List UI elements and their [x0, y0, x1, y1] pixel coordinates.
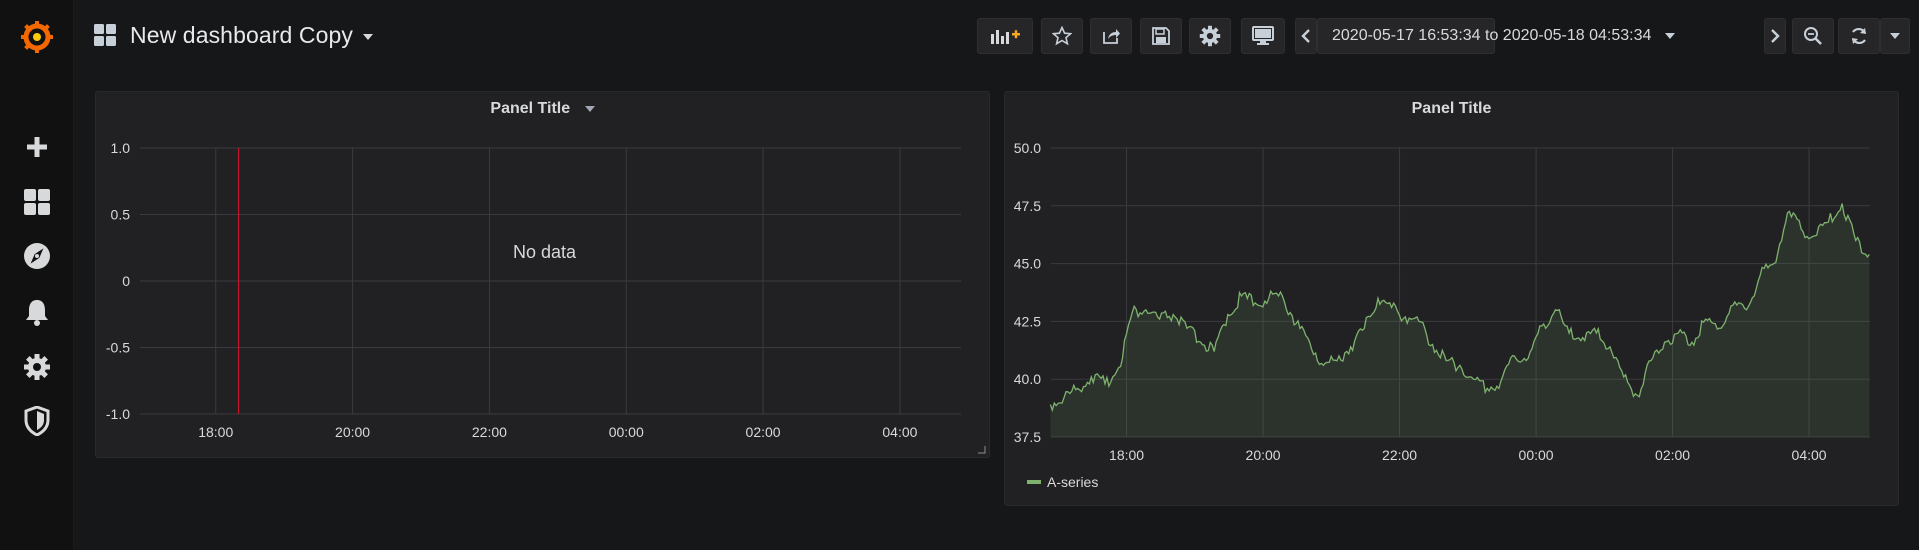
legend-swatch [1027, 480, 1041, 484]
dashboards-icon [94, 24, 116, 46]
y-tick-label: -0.5 [106, 340, 130, 356]
graph-panel-a-series: Panel Title 50.0 47.5 45.0 42.5 40.0 37.5 18:0… [1004, 91, 1899, 506]
explore-compass-icon[interactable] [0, 234, 74, 278]
save-icon [1152, 27, 1170, 45]
time-back-button[interactable] [1295, 18, 1317, 54]
series-area-fill [1050, 203, 1870, 437]
chevron-down-icon [362, 34, 373, 40]
graph-empty: 1.0 0.5 0 -0.5 -1.0 18:00 20:00 22:00 00:00 02:00… [106, 140, 961, 440]
chevron-right-icon [1771, 29, 1780, 43]
y-tick-label: 50.0 [1014, 140, 1041, 156]
y-tick-label: 47.5 [1014, 198, 1041, 214]
dashboard-settings-button[interactable] [1189, 18, 1231, 54]
graph-a-series: 50.0 47.5 45.0 42.5 40.0 37.5 18:00 20:00 22:00 0… [1014, 140, 1870, 463]
tv-mode-button[interactable] [1241, 18, 1285, 54]
x-tick-label: 00:00 [1519, 447, 1554, 463]
add-panel-button[interactable] [977, 18, 1033, 54]
x-tick-label: 02:00 [746, 424, 781, 440]
dashboard-title-picker[interactable]: New dashboard Copy [94, 20, 373, 50]
star-button[interactable] [1041, 18, 1083, 54]
time-forward-button[interactable] [1764, 18, 1786, 54]
grafana-logo-icon[interactable] [0, 12, 74, 62]
x-tick-label: 22:00 [1382, 447, 1417, 463]
chevron-left-icon [1301, 29, 1310, 43]
y-tick-label: 42.5 [1014, 313, 1041, 329]
share-button[interactable] [1090, 18, 1132, 54]
chevron-down-icon [1665, 33, 1676, 39]
star-icon [1052, 26, 1072, 46]
y-tick-label: 40.0 [1014, 371, 1041, 387]
dashboards-icon[interactable] [0, 180, 74, 224]
time-range-label: 2020-05-17 16:53:34 to 2020-05-18 04:53:… [1332, 27, 1652, 44]
bell-icon[interactable] [0, 290, 74, 334]
y-tick-label: 0 [122, 273, 130, 289]
x-tick-label: 04:00 [1792, 447, 1827, 463]
tv-mode-icon [1252, 26, 1274, 45]
x-tick-label: 20:00 [335, 424, 370, 440]
refresh-button[interactable] [1838, 18, 1880, 54]
side-menu [0, 0, 74, 550]
resize-handle-icon[interactable] [978, 446, 986, 454]
shield-icon[interactable] [0, 399, 74, 443]
x-tick-label: 18:00 [198, 424, 233, 440]
y-tick-label: 0.5 [111, 207, 131, 223]
x-tick-label: 20:00 [1246, 447, 1281, 463]
x-tick-label: 02:00 [1655, 447, 1690, 463]
navbar: New dashboard Copy 2020-05-17 16:53:34 t… [74, 0, 1919, 71]
y-tick-label: 1.0 [111, 140, 131, 156]
refresh-interval-picker[interactable] [1880, 18, 1910, 54]
zoom-out-icon [1804, 27, 1822, 45]
chevron-down-icon [1890, 33, 1900, 39]
refresh-icon [1852, 27, 1866, 45]
share-icon [1103, 29, 1120, 44]
graph-panel-empty: Panel Title 1.0 0.5 0 -0.5 -1.0 18:00 20:00 22:… [95, 91, 990, 458]
gear-icon[interactable] [0, 345, 74, 389]
save-button[interactable] [1140, 18, 1182, 54]
y-tick-label: 45.0 [1014, 256, 1041, 272]
time-range-picker[interactable]: 2020-05-17 16:53:34 to 2020-05-18 04:53:… [1317, 18, 1676, 54]
dashboard-title: New dashboard Copy [130, 21, 353, 48]
no-data-message: No data [513, 242, 577, 262]
legend-label: A-series [1047, 474, 1099, 490]
x-tick-label: 18:00 [1109, 447, 1144, 463]
plus-icon[interactable] [0, 125, 74, 169]
x-tick-label: 22:00 [472, 424, 507, 440]
x-tick-label: 00:00 [609, 424, 644, 440]
legend-item-a-series[interactable]: A-series [1027, 474, 1098, 490]
y-tick-label: -1.0 [106, 406, 130, 422]
y-tick-label: 37.5 [1014, 429, 1041, 445]
zoom-out-button[interactable] [1792, 18, 1834, 54]
add-panel-icon [991, 30, 1020, 44]
gear-icon [1199, 25, 1221, 47]
x-tick-label: 04:00 [882, 424, 917, 440]
